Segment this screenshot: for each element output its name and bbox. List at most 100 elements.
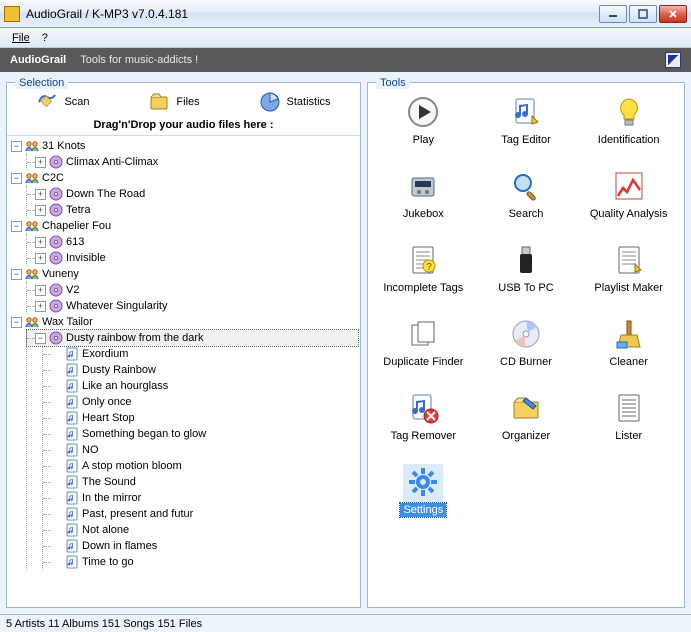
expand-toggle[interactable]: + — [35, 285, 46, 296]
toggle-placeholder — [51, 429, 62, 440]
statistics-button[interactable]: Statistics — [253, 89, 337, 115]
expand-toggle[interactable]: + — [35, 253, 46, 264]
tree-row[interactable]: NO — [43, 442, 358, 458]
tools-grid: Play Tag Editor Identification JukeboxSearc… — [368, 83, 684, 607]
tool-cleaner[interactable]: Cleaner — [577, 313, 680, 387]
tree-item-label: NO — [82, 444, 99, 456]
tree-item-label: A stop motion bloom — [82, 460, 182, 472]
tool-duplicate-finder[interactable]: Duplicate Finder — [372, 313, 475, 387]
tree-row[interactable]: Something began to glow — [43, 426, 358, 442]
tree-row[interactable]: Only once — [43, 394, 358, 410]
track-icon — [65, 507, 79, 521]
artist-icon — [25, 315, 39, 329]
tree-row[interactable]: + Invisible — [27, 250, 358, 266]
tool-usb-to-pc[interactable]: USB To PC — [475, 239, 578, 313]
tree-row[interactable]: +V2 — [27, 282, 358, 298]
minimize-button[interactable] — [599, 5, 627, 23]
tree-row[interactable]: −C2C — [11, 170, 358, 186]
tree-row[interactable]: The Sound — [43, 474, 358, 490]
collapse-toggle[interactable]: − — [11, 221, 22, 232]
tree-view[interactable]: − 31 Knots +Climax Anti-Climax−C2C+Down Th… — [7, 135, 360, 607]
tree-item-label: Wax Tailor — [42, 316, 93, 328]
tree-item-label: Invisible — [66, 252, 106, 264]
tree-row[interactable]: −Vuneny — [11, 266, 358, 282]
search-icon — [510, 170, 542, 202]
track-icon — [65, 475, 79, 489]
tree-row[interactable]: Exordium — [43, 346, 358, 362]
title-bar: AudioGrail / K-MP3 v7.0.4.181 — [0, 0, 691, 28]
menu-file[interactable]: File — [6, 30, 36, 46]
app-icon — [4, 6, 20, 22]
tree-row[interactable]: Not alone — [43, 522, 358, 538]
tool-tag-remover[interactable]: Tag Remover — [372, 387, 475, 461]
tree-row[interactable]: Dusty Rainbow — [43, 362, 358, 378]
collapse-toggle[interactable]: − — [11, 173, 22, 184]
tool-label: Quality Analysis — [587, 207, 671, 221]
tool-tag-editor[interactable]: Tag Editor — [475, 91, 578, 165]
tree-row[interactable]: Past, present and futur — [43, 506, 358, 522]
toggle-placeholder — [51, 445, 62, 456]
cleaner-icon — [613, 318, 645, 350]
tree-row[interactable]: In the mirror — [43, 490, 358, 506]
tool-organizer[interactable]: Organizer — [475, 387, 578, 461]
tool-incomplete-tags[interactable]: Incomplete Tags — [372, 239, 475, 313]
tree-item-label: Something began to glow — [82, 428, 206, 440]
tree-row[interactable]: +Tetra — [27, 202, 358, 218]
toggle-placeholder — [51, 381, 62, 392]
expand-toggle[interactable]: + — [35, 237, 46, 248]
megaphone-icon — [36, 91, 58, 113]
tree-row[interactable]: Like an hourglass — [43, 378, 358, 394]
tree-item-label: 613 — [66, 236, 84, 248]
selection-panel-label: Selection — [15, 77, 68, 89]
tree-row[interactable]: Heart Stop — [43, 410, 358, 426]
tree-row[interactable]: −Chapelier Fou — [11, 218, 358, 234]
scan-button[interactable]: Scan — [30, 89, 95, 115]
tool-cd-burner[interactable]: CD Burner — [475, 313, 578, 387]
expand-toggle[interactable]: + — [35, 189, 46, 200]
collapse-toggle[interactable]: − — [35, 333, 46, 344]
tool-settings[interactable]: Settings — [372, 461, 475, 535]
tree-row[interactable]: −Dusty rainbow from the dark — [27, 330, 358, 346]
tool-playlist-maker[interactable]: Playlist Maker — [577, 239, 680, 313]
tool-quality-analysis[interactable]: Quality Analysis — [577, 165, 680, 239]
tree-row[interactable]: − Wax Tailor — [11, 314, 358, 330]
tool-label: Playlist Maker — [591, 281, 665, 295]
tree-row[interactable]: Time to go — [43, 554, 358, 570]
tool-label: CD Burner — [497, 355, 555, 369]
expand-toggle[interactable]: + — [35, 205, 46, 216]
tool-lister[interactable]: Lister — [577, 387, 680, 461]
tree-row[interactable]: +Climax Anti-Climax — [27, 154, 358, 170]
tree-row[interactable]: +613 — [27, 234, 358, 250]
collapse-toggle[interactable]: − — [11, 269, 22, 280]
status-bar: 5 Artists 11 Albums 151 Songs 151 Files — [0, 614, 691, 632]
files-button[interactable]: Files — [142, 89, 205, 115]
tool-identification[interactable]: Identification — [577, 91, 680, 165]
expand-toggle[interactable]: + — [35, 301, 46, 312]
usb-to-pc-icon — [510, 244, 542, 276]
tree-row[interactable]: Down in flames — [43, 538, 358, 554]
track-icon — [65, 523, 79, 537]
tree-item-label: Only once — [82, 396, 132, 408]
menu-help[interactable]: ? — [36, 30, 54, 46]
close-button[interactable] — [659, 5, 687, 23]
track-icon — [65, 555, 79, 569]
tool-jukebox[interactable]: Jukebox — [372, 165, 475, 239]
tree-row[interactable]: +Down The Road — [27, 186, 358, 202]
tool-label: Duplicate Finder — [380, 355, 466, 369]
collapse-toggle[interactable]: − — [11, 317, 22, 328]
expand-toggle[interactable]: + — [35, 157, 46, 168]
tool-search[interactable]: Search — [475, 165, 578, 239]
tools-panel-label: Tools — [376, 77, 410, 89]
track-icon — [65, 379, 79, 393]
maximize-button[interactable] — [629, 5, 657, 23]
tree-row[interactable]: − 31 Knots — [11, 138, 358, 154]
tool-label: Tag Editor — [498, 133, 554, 147]
tree-item-label: Not alone — [82, 524, 129, 536]
tree-row[interactable]: A stop motion bloom — [43, 458, 358, 474]
artist-icon — [25, 139, 39, 153]
track-icon — [65, 347, 79, 361]
tree-item-label: 31 Knots — [42, 140, 85, 152]
collapse-toggle[interactable]: − — [11, 141, 22, 152]
tree-row[interactable]: +Whatever Singularity — [27, 298, 358, 314]
tool-play[interactable]: Play — [372, 91, 475, 165]
